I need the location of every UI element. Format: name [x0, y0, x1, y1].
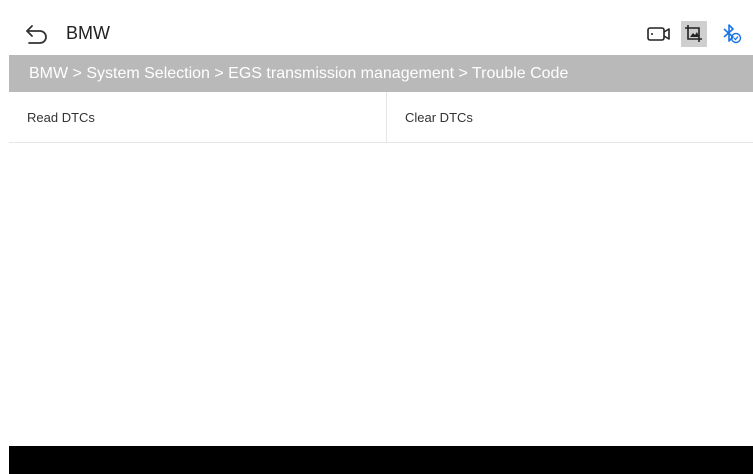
screenshot-button[interactable] — [681, 21, 707, 47]
bluetooth-status[interactable] — [719, 21, 743, 47]
video-record-icon — [647, 27, 670, 41]
back-icon — [26, 25, 47, 44]
breadcrumb: BMW > System Selection > EGS transmissio… — [9, 55, 753, 92]
read-dtcs-button[interactable]: Read DTCs — [9, 92, 387, 142]
clear-dtcs-button[interactable]: Clear DTCs — [387, 92, 753, 142]
top-bar: BMW — [0, 0, 753, 55]
back-button[interactable] — [24, 23, 50, 45]
screenshot-crop-icon — [685, 25, 702, 42]
bluetooth-connected-icon — [723, 24, 742, 44]
bottom-bar — [9, 446, 753, 474]
page-title: BMW — [66, 23, 110, 43]
function-grid: Read DTCs Clear DTCs — [9, 92, 753, 143]
video-record-button[interactable] — [645, 21, 673, 47]
